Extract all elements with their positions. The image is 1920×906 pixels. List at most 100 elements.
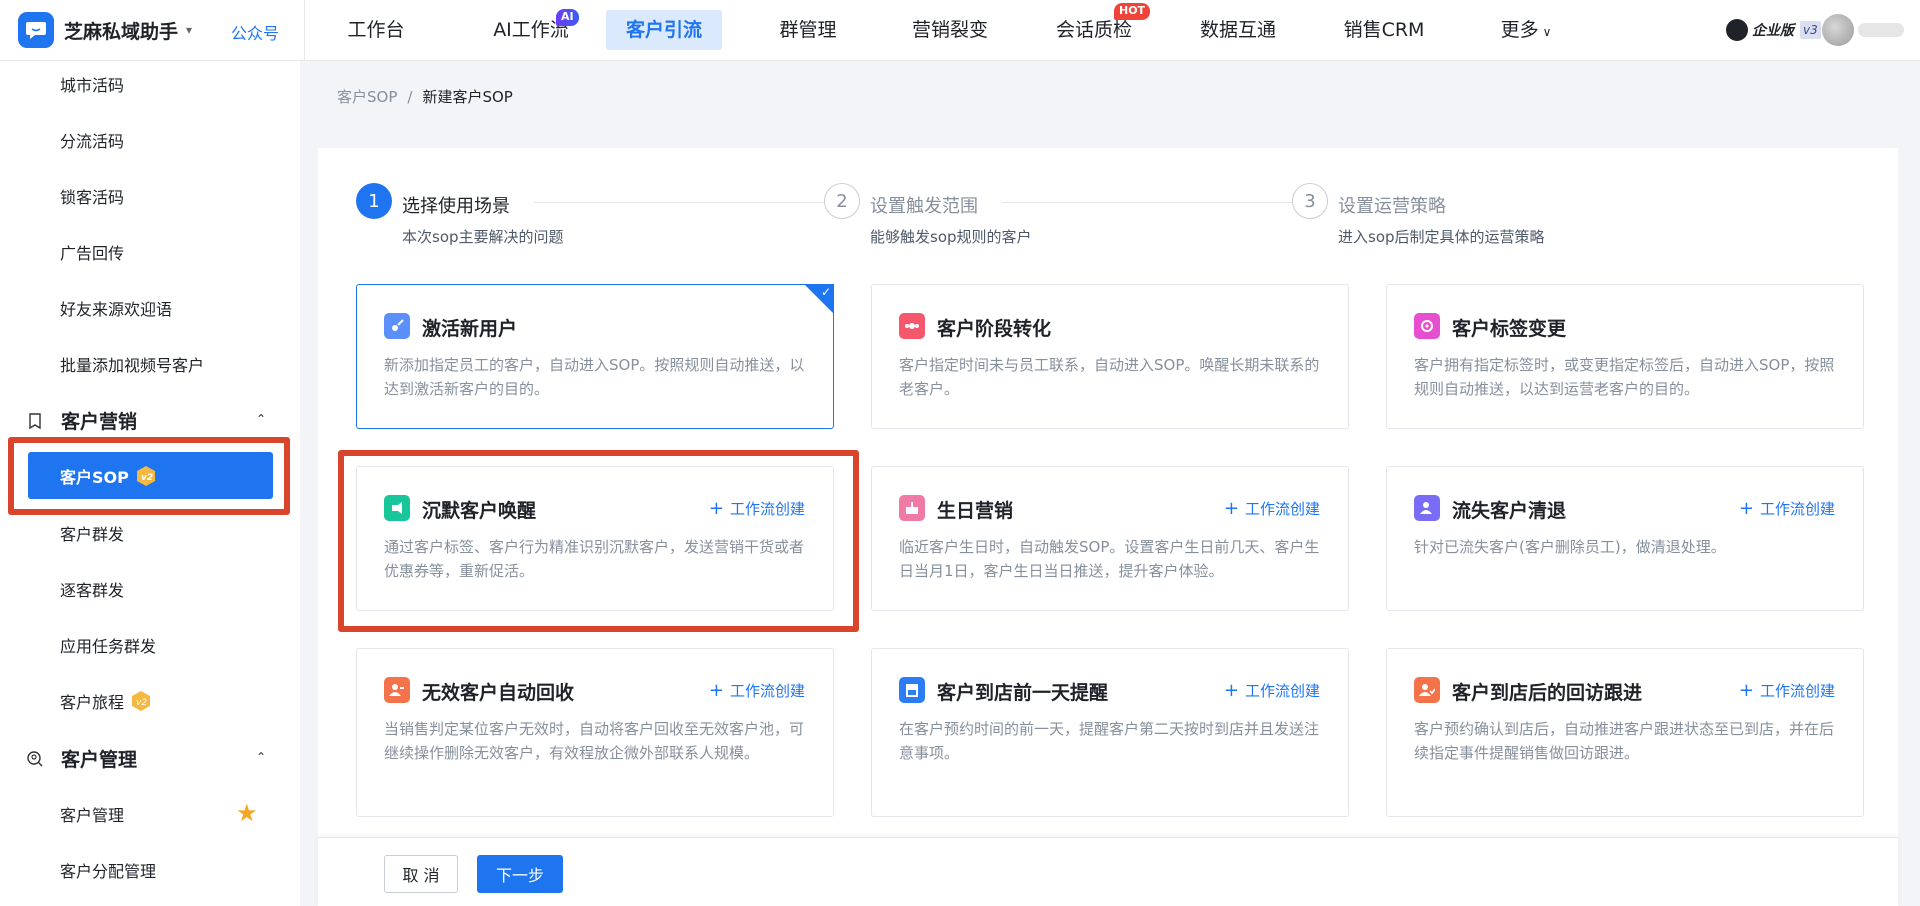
breadcrumb-parent-link[interactable]: 客户SOP bbox=[337, 88, 397, 106]
scrollbar[interactable] bbox=[1910, 61, 1920, 906]
chevron-up-icon[interactable]: ⌃ bbox=[256, 750, 266, 764]
card-desc: 当销售判定某位客户无效时，自动将客户回收至无效客户池，可继续操作删除无效客户，有… bbox=[384, 720, 805, 762]
card-desc: 临近客户生日时，自动触发SOP。设置客户生日前几天、客户生日当月1日，客户生日当… bbox=[899, 538, 1320, 580]
step-2-title: 设置触发范围 bbox=[870, 196, 978, 217]
card-icon bbox=[899, 313, 925, 339]
nav-more[interactable]: 更多 ∨ bbox=[1496, 10, 1556, 50]
step-1-number: 1 bbox=[356, 183, 392, 219]
highlight-box bbox=[8, 437, 290, 515]
step-3-desc: 进入sop后制定具体的运营策略 bbox=[1338, 228, 1545, 246]
card-icon bbox=[899, 677, 925, 703]
nav-workbench[interactable]: 工作台 bbox=[338, 10, 414, 50]
sidebar-item-customer-broadcast[interactable]: 客户群发 bbox=[60, 521, 124, 545]
cancel-button[interactable]: 取 消 bbox=[384, 855, 458, 893]
card-title: 客户标签变更 bbox=[1452, 318, 1567, 340]
nav-customer-acquisition[interactable]: 客户引流 bbox=[606, 10, 722, 50]
scene-card-stage-conversion[interactable]: 客户阶段转化 客户指定时间未与员工联系，自动进入SOP。唤醒长期未联系的老客户。 bbox=[871, 284, 1349, 429]
sidebar-item-split-code[interactable]: 分流活码 bbox=[60, 128, 124, 152]
chevron-down-icon: ▾ bbox=[186, 23, 193, 37]
scene-card-invalid-customer-recycle[interactable]: 无效客户自动回收 + 工作流创建 当销售判定某位客户无效时，自动将客户回收至无效客… bbox=[356, 648, 834, 817]
card-title: 激活新用户 bbox=[422, 318, 518, 340]
sidebar-item-batch-add-video-customers[interactable]: 批量添加视频号客户 bbox=[60, 352, 204, 376]
ai-badge: AI bbox=[556, 9, 579, 26]
card-desc: 新添加指定员工的客户，自动进入SOP。按照规则自动推送，以达到激活新客户的目的。 bbox=[384, 356, 805, 398]
scene-card-post-visit-followup[interactable]: 客户到店后的回访跟进 + 工作流创建 客户预约确认到店后，自动推进客户跟进状态至已… bbox=[1386, 648, 1864, 817]
brand-switcher[interactable]: 芝麻私域助手 ▾ bbox=[18, 12, 192, 48]
v2-badge-icon: v2 bbox=[130, 690, 152, 712]
card-title: 无效客户自动回收 bbox=[422, 682, 575, 704]
nav-label: 销售CRM bbox=[1343, 19, 1425, 41]
sidebar-item-customer-allocation[interactable]: 客户分配管理 bbox=[60, 858, 156, 882]
step-3-title: 设置运营策略 bbox=[1338, 196, 1446, 217]
nav-group-management[interactable]: 群管理 bbox=[772, 10, 844, 50]
card-title: 客户到店前一天提醒 bbox=[937, 682, 1109, 704]
nav-label: 数据互通 bbox=[1199, 19, 1276, 41]
workflow-create-button[interactable]: + 工作流创建 bbox=[709, 680, 805, 701]
top-nav-bar: 芝麻私域助手 ▾ 公众号 工作台 AI工作流 AI 客户引流 群管理 营销裂变 … bbox=[0, 0, 1920, 61]
scene-card-birthday-marketing[interactable]: 生日营销 + 工作流创建 临近客户生日时，自动触发SOP。设置客户生日前几天、客户… bbox=[871, 466, 1349, 611]
step-connector bbox=[1002, 202, 1292, 203]
sidebar-item-lock-code[interactable]: 锁客活码 bbox=[60, 184, 124, 208]
card-title: 客户到店后的回访跟进 bbox=[1452, 682, 1643, 704]
sidebar-group-label: 客户营销 bbox=[61, 411, 138, 433]
user-name-blurred[interactable] bbox=[1858, 23, 1904, 37]
chevron-up-icon[interactable]: ⌃ bbox=[256, 412, 266, 426]
scene-card-tag-change[interactable]: 客户标签变更 客户拥有指定标签时，或变更指定标签后，自动进入SOP，按照规则自动… bbox=[1386, 284, 1864, 429]
nav-marketing-fission[interactable]: 营销裂变 bbox=[910, 10, 990, 50]
sidebar-item-app-task-broadcast[interactable]: 应用任务群发 bbox=[60, 633, 156, 657]
workflow-create-button[interactable]: + 工作流创建 bbox=[1224, 680, 1320, 701]
nav-label: 客户引流 bbox=[625, 19, 702, 41]
customer-manage-icon bbox=[26, 750, 44, 768]
sidebar-item-city-code[interactable]: 城市活码 bbox=[60, 72, 124, 96]
plus-icon: + bbox=[1738, 498, 1754, 519]
sidebar-item-customer-management[interactable]: 客户管理 bbox=[60, 802, 124, 826]
footer-action-bar: 取 消 下一步 bbox=[318, 837, 1898, 906]
card-desc: 客户拥有指定标签时，或变更指定标签后，自动进入SOP，按照规则自动推送，以达到运… bbox=[1414, 356, 1835, 398]
avatar[interactable] bbox=[1822, 14, 1854, 46]
chevron-down-icon: ∨ bbox=[1542, 25, 1552, 39]
workflow-create-button[interactable]: + 工作流创建 bbox=[1224, 498, 1320, 519]
sidebar-group-customer-marketing[interactable]: 客户营销 bbox=[26, 407, 137, 434]
sidebar-group-label: 客户管理 bbox=[61, 749, 138, 771]
sidebar-item-label: 客户旅程 bbox=[60, 693, 125, 712]
scene-card-pre-visit-reminder[interactable]: 客户到店前一天提醒 + 工作流创建 在客户预约时间的前一天，提醒客户第二天按时到店… bbox=[871, 648, 1349, 817]
step-2-desc: 能够触发sop规则的客户 bbox=[870, 228, 1032, 246]
step-2-number: 2 bbox=[824, 183, 860, 219]
card-title: 生日营销 bbox=[937, 500, 1014, 522]
card-icon bbox=[1414, 677, 1440, 703]
hot-badge: HOT bbox=[1114, 3, 1151, 20]
enterprise-edition-badge: 企业版 v3 bbox=[1726, 18, 1821, 42]
scene-card-lost-customer-cleanup[interactable]: 流失客户清退 + 工作流创建 针对已流失客户(客户删除员工)，做清退处理。 bbox=[1386, 466, 1864, 611]
workflow-create-button[interactable]: + 工作流创建 bbox=[1739, 498, 1835, 519]
nav-label: 更多 bbox=[1500, 19, 1539, 41]
version-label: v3 bbox=[1800, 21, 1821, 39]
svg-text:v2: v2 bbox=[136, 698, 147, 708]
breadcrumb-current: 新建客户SOP bbox=[422, 88, 513, 106]
plus-icon: + bbox=[1223, 498, 1239, 519]
scene-card-activate-new-users[interactable]: 激活新用户 新添加指定员工的客户，自动进入SOP。按照规则自动推送，以达到激活新… bbox=[356, 284, 834, 429]
step-1-desc: 本次sop主要解决的问题 bbox=[402, 228, 564, 246]
card-icon bbox=[384, 677, 410, 703]
workflow-create-button[interactable]: + 工作流创建 bbox=[1739, 680, 1835, 701]
star-icon[interactable]: ★ bbox=[236, 799, 258, 827]
enterprise-logo-icon bbox=[1726, 19, 1748, 41]
plus-icon: + bbox=[1738, 680, 1754, 701]
sidebar-item-customer-journey[interactable]: 客户旅程 v2 bbox=[60, 689, 152, 713]
sidebar-item-ad-callback[interactable]: 广告回传 bbox=[60, 240, 124, 264]
step-1-title: 选择使用场景 bbox=[402, 196, 510, 217]
nav-sales-crm[interactable]: 销售CRM bbox=[1342, 10, 1426, 50]
step-3-number: 3 bbox=[1292, 183, 1328, 219]
card-desc: 客户预约确认到店后，自动推进客户跟进状态至已到店，并在后续指定事件提醒销售做回访… bbox=[1414, 720, 1835, 762]
card-title: 流失客户清退 bbox=[1452, 500, 1567, 522]
nav-data-sync[interactable]: 数据互通 bbox=[1198, 10, 1278, 50]
divider bbox=[304, 0, 305, 61]
next-step-button[interactable]: 下一步 bbox=[477, 855, 563, 893]
sidebar-item-per-customer-broadcast[interactable]: 逐客群发 bbox=[60, 577, 124, 601]
sidebar-group-customer-management[interactable]: 客户管理 bbox=[26, 745, 137, 772]
sidebar-item-welcome-message[interactable]: 好友来源欢迎语 bbox=[60, 296, 172, 320]
breadcrumb-separator: / bbox=[407, 88, 413, 106]
official-account-link[interactable]: 公众号 bbox=[231, 20, 279, 44]
card-desc: 针对已流失客户(客户删除员工)，做清退处理。 bbox=[1414, 538, 1726, 556]
breadcrumb: 客户SOP / 新建客户SOP bbox=[337, 86, 513, 107]
edition-label: 企业版 bbox=[1752, 23, 1794, 39]
